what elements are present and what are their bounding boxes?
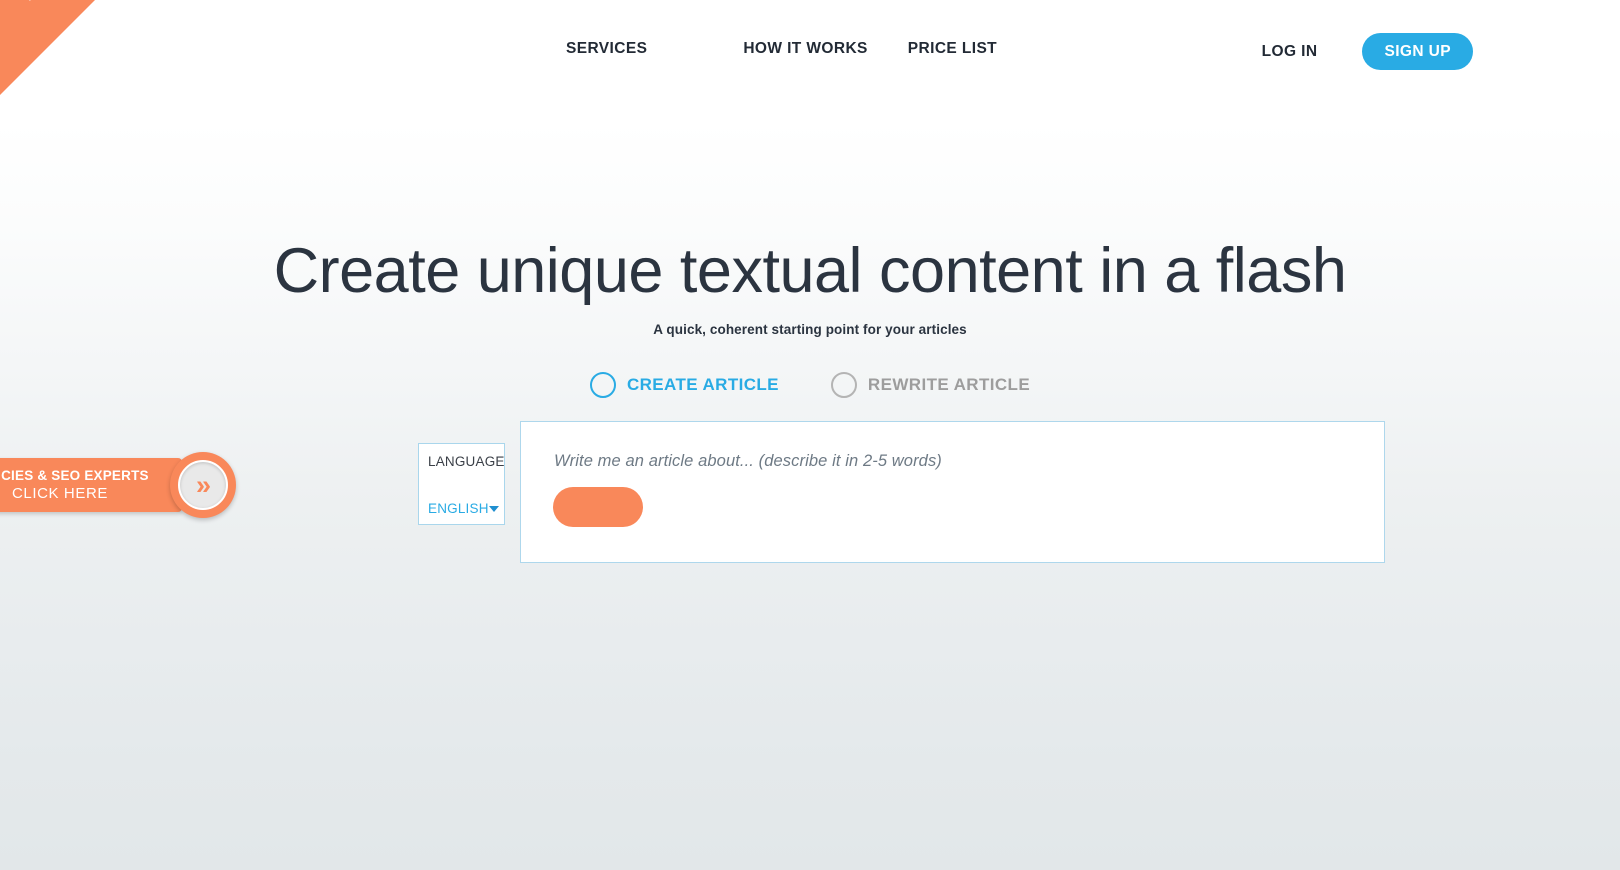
promo-headline: GENCIES & SEO EXPERTS	[0, 468, 149, 483]
language-selector[interactable]: LANGUAGE ENGLISH	[418, 443, 505, 525]
promo-tab-body[interactable]: GENCIES & SEO EXPERTS CLICK HERE	[0, 458, 182, 512]
mode-label-create-article: CREATE ARTICLE	[626, 375, 779, 394]
article-topic-input[interactable]: Write me an article about... (describe i…	[554, 452, 942, 471]
top-navigation-bar: SERVICES HOW IT WORKS PRICE LIST LOG IN …	[0, 0, 1620, 103]
promo-expand-button-inner: »	[178, 460, 228, 510]
radio-rewrite-article-icon[interactable]	[830, 372, 857, 398]
double-chevron-right-icon: »	[195, 469, 211, 500]
promo-expand-button[interactable]: »	[170, 452, 236, 518]
mode-selector: CREATE ARTICLE REWRITE ARTICLE	[0, 372, 1620, 398]
log-in-link[interactable]: LOG IN	[1262, 43, 1318, 61]
mode-option-rewrite-article[interactable]: REWRITE ARTICLE	[830, 372, 1031, 398]
nav-item-how-it-works[interactable]: HOW IT WORKS	[743, 40, 867, 58]
page-subtitle: A quick, coherent starting point for you…	[653, 322, 967, 338]
radio-create-article-icon[interactable]	[589, 372, 616, 398]
page-title: Create unique textual content in a flash	[273, 236, 1347, 306]
language-selector-value-row[interactable]: ENGLISH	[428, 501, 499, 516]
article-input-panel[interactable]: Write me an article about... (describe i…	[520, 421, 1385, 563]
sign-up-button[interactable]: SIGN UP	[1362, 33, 1473, 70]
generate-article-button[interactable]	[553, 487, 643, 527]
language-selector-label: LANGUAGE	[428, 454, 505, 469]
nav-item-services[interactable]: SERVICES	[566, 40, 647, 58]
chevron-down-icon[interactable]	[488, 505, 499, 512]
nav-account-actions: LOG IN SIGN UP	[1262, 33, 1473, 70]
promo-cta-label: CLICK HERE	[11, 485, 109, 502]
language-selector-value: ENGLISH	[428, 501, 489, 516]
hero-section: Create unique textual content in a flash…	[0, 238, 1620, 337]
beta-ribbon	[0, 0, 95, 95]
nav-links: SERVICES HOW IT WORKS PRICE LIST	[566, 40, 997, 58]
nav-item-price-list[interactable]: PRICE LIST	[908, 40, 997, 58]
promo-side-tab[interactable]: GENCIES & SEO EXPERTS CLICK HERE »	[0, 452, 236, 518]
mode-option-create-article[interactable]: CREATE ARTICLE	[589, 372, 779, 398]
mode-label-rewrite-article: REWRITE ARTICLE	[867, 375, 1031, 394]
